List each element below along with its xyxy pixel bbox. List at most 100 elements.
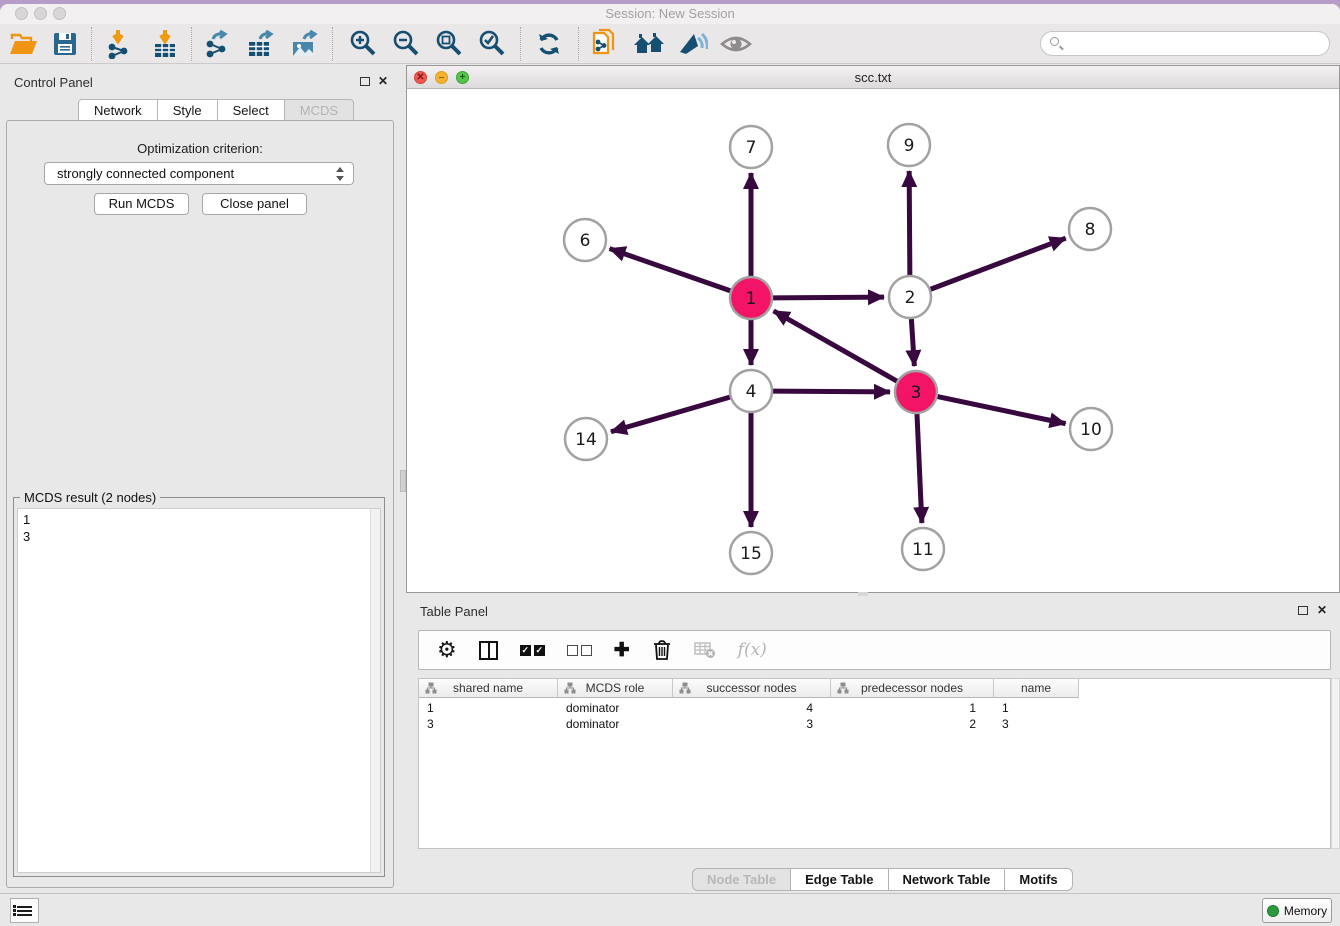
network-window-titlebar[interactable]: ✕ – + scc.txt: [407, 66, 1339, 89]
graph-edge-4-3[interactable]: [773, 391, 890, 392]
clone-network-icon[interactable]: [586, 26, 624, 62]
network-canvas[interactable]: 7 9 6 8 1 2 4 3 14 10 15 11: [407, 90, 1339, 592]
tab-network[interactable]: Network: [78, 99, 158, 121]
table-panel-float-icon[interactable]: [1298, 606, 1308, 615]
network-graph[interactable]: 7 9 6 8 1 2 4 3 14 10 15 11: [407, 90, 1339, 593]
add-icon[interactable]: ✚: [614, 639, 630, 662]
graph-edge-2-9[interactable]: [909, 171, 910, 275]
graph-edge-3-10[interactable]: [938, 397, 1066, 424]
import-table-icon[interactable]: [146, 26, 184, 62]
zoom-out-icon[interactable]: [387, 26, 425, 62]
export-network-icon[interactable]: [199, 26, 237, 62]
mcds-result-textarea[interactable]: 1 3: [17, 508, 381, 873]
cell-predecessor-nodes[interactable]: 2: [831, 716, 994, 732]
open-file-icon[interactable]: [5, 26, 43, 62]
show-details-eye-icon[interactable]: [717, 26, 755, 62]
tab-network-table[interactable]: Network Table: [889, 868, 1006, 891]
zoom-selected-icon[interactable]: [473, 26, 511, 62]
run-mcds-button[interactable]: Run MCDS: [94, 193, 189, 215]
cell-successor-nodes[interactable]: 3: [673, 716, 831, 732]
graph-edge-2-3[interactable]: [911, 319, 914, 366]
control-panel-close-icon[interactable]: ✕: [378, 74, 388, 88]
refresh-icon[interactable]: [530, 26, 568, 62]
control-panel-title: Control Panel: [14, 75, 93, 90]
control-panel-float-icon[interactable]: [360, 77, 370, 86]
network-view-window: ✕ – + scc.txt 7 9 6 8 1 2 4 3 14 10 15 11: [406, 65, 1340, 593]
close-panel-button[interactable]: Close panel: [202, 193, 307, 215]
tab-mcds[interactable]: MCDS: [285, 99, 354, 121]
column-header-name[interactable]: name: [994, 679, 1079, 698]
columns-icon[interactable]: [479, 641, 498, 660]
graph-node-8[interactable]: 8: [1069, 208, 1111, 250]
cell-name[interactable]: 3: [994, 716, 1079, 732]
table-scrollbar[interactable]: [1331, 678, 1340, 849]
delete-icon[interactable]: [652, 639, 672, 661]
tab-select[interactable]: Select: [218, 99, 285, 121]
table-row[interactable]: 1dominator411: [419, 700, 1330, 716]
cell-name[interactable]: 1: [994, 700, 1079, 716]
task-history-button[interactable]: [10, 898, 39, 923]
toolbar-separator: [332, 27, 333, 61]
cell-successor-nodes[interactable]: 4: [673, 700, 831, 716]
graph-edge-3-11[interactable]: [917, 414, 922, 523]
search-icon: [1050, 37, 1059, 46]
table-header-row: shared nameMCDS rolesuccessor nodesprede…: [419, 679, 1079, 698]
node-table[interactable]: shared nameMCDS rolesuccessor nodesprede…: [418, 678, 1331, 849]
graph-node-15[interactable]: 15: [730, 532, 772, 574]
graph-node-6[interactable]: 6: [564, 219, 606, 261]
tab-style[interactable]: Style: [158, 99, 218, 121]
zoom-fit-icon[interactable]: [430, 26, 468, 62]
table-row[interactable]: 3dominator323: [419, 716, 1330, 732]
import-network-icon[interactable]: [99, 26, 137, 62]
node-label: 3: [911, 383, 922, 403]
graph-node-4[interactable]: 4: [730, 370, 772, 412]
column-header-MCDS-role[interactable]: MCDS role: [558, 679, 673, 698]
gear-icon[interactable]: ⚙: [437, 639, 457, 661]
result-scrollbar[interactable]: [370, 509, 380, 872]
graph-node-7[interactable]: 7: [730, 126, 772, 168]
graph-node-1[interactable]: 1: [730, 277, 772, 319]
table-toolbar: ⚙ ✓✓ ✚ f(x): [418, 630, 1331, 670]
cell-shared-name[interactable]: 3: [419, 716, 558, 732]
graph-edge-1-6[interactable]: [610, 249, 731, 291]
search-input[interactable]: [1067, 33, 1317, 54]
select-all-icon[interactable]: ✓✓: [520, 645, 545, 656]
optimization-criterion-select[interactable]: strongly connected component: [44, 162, 354, 185]
graph-edge-1-2[interactable]: [773, 297, 884, 298]
deselect-all-icon[interactable]: [567, 645, 592, 656]
cell-MCDS-role[interactable]: dominator: [558, 716, 673, 732]
graph-node-10[interactable]: 10: [1070, 408, 1112, 450]
cell-shared-name[interactable]: 1: [419, 700, 558, 716]
export-image-icon[interactable]: [286, 26, 324, 62]
column-header-shared-name[interactable]: shared name: [419, 679, 558, 698]
search-box[interactable]: [1040, 31, 1330, 56]
hide-details-icon[interactable]: [673, 26, 711, 62]
save-session-icon[interactable]: [46, 26, 84, 62]
graph-node-11[interactable]: 11: [902, 528, 944, 570]
graph-node-9[interactable]: 9: [888, 124, 930, 166]
node-label: 10: [1080, 420, 1102, 440]
tab-node-table[interactable]: Node Table: [692, 868, 791, 891]
memory-button[interactable]: Memory: [1262, 898, 1332, 923]
function-builder-icon[interactable]: f(x): [738, 640, 767, 660]
graph-node-14[interactable]: 14: [565, 418, 607, 460]
delete-table-icon[interactable]: [694, 641, 716, 659]
control-panel: Control Panel ✕ NetworkStyleSelectMCDS O…: [0, 65, 400, 895]
graph-node-2[interactable]: 2: [889, 276, 931, 318]
table-panel-close-icon[interactable]: ✕: [1317, 603, 1327, 617]
list-icon: [17, 904, 32, 918]
home-icon[interactable]: [630, 26, 668, 62]
graph-node-3[interactable]: 3: [895, 371, 937, 413]
graph-edge-4-14[interactable]: [611, 397, 730, 432]
graph-edge-3-1[interactable]: [774, 311, 897, 381]
column-header-predecessor-nodes[interactable]: predecessor nodes: [831, 679, 994, 698]
tab-edge-table[interactable]: Edge Table: [791, 868, 888, 891]
export-table-icon[interactable]: [242, 26, 280, 62]
tab-motifs[interactable]: Motifs: [1005, 868, 1072, 891]
cell-MCDS-role[interactable]: dominator: [558, 700, 673, 716]
zoom-in-icon[interactable]: [344, 26, 382, 62]
main-toolbar: [0, 24, 1340, 64]
column-header-successor-nodes[interactable]: successor nodes: [673, 679, 831, 698]
cell-predecessor-nodes[interactable]: 1: [831, 700, 994, 716]
graph-edge-2-8[interactable]: [931, 238, 1066, 289]
